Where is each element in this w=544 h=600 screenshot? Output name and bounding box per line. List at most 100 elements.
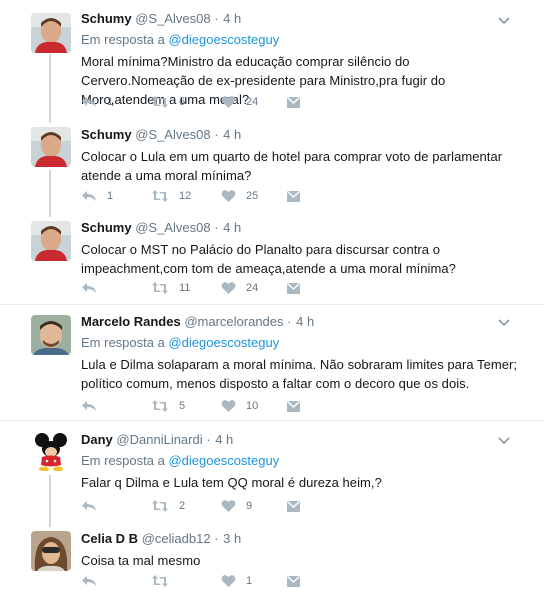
timestamp[interactable]: 4 h bbox=[223, 127, 241, 142]
reply-icon bbox=[82, 191, 96, 201]
display-name[interactable]: Celia D B bbox=[81, 531, 138, 546]
direct-message-icon bbox=[287, 400, 300, 412]
username[interactable]: @DanniLinardi bbox=[116, 432, 202, 447]
display-name[interactable]: Schumy bbox=[81, 220, 132, 235]
like-count: 1 bbox=[246, 575, 253, 587]
display-name[interactable]: Schumy bbox=[81, 127, 132, 142]
direct-message-icon bbox=[287, 500, 300, 512]
retweet-icon bbox=[152, 282, 168, 294]
reply-button[interactable] bbox=[81, 398, 107, 414]
retweet-button[interactable]: 6 bbox=[151, 94, 185, 110]
retweet-icon bbox=[152, 190, 168, 202]
display-name[interactable]: Schumy bbox=[81, 11, 132, 26]
tweet[interactable]: Schumy @S_Alves08 · 4 h Colocar o Lula e… bbox=[0, 120, 544, 216]
separator: · bbox=[287, 314, 292, 329]
direct-message-button[interactable] bbox=[286, 498, 301, 514]
direct-message-icon bbox=[287, 96, 300, 108]
retweet-count: 5 bbox=[179, 400, 186, 412]
timestamp[interactable]: 4 h bbox=[223, 220, 241, 235]
retweet-count: 6 bbox=[179, 96, 186, 108]
like-button[interactable]: 10 bbox=[221, 398, 258, 414]
reply-icon bbox=[82, 501, 96, 511]
direct-message-button[interactable] bbox=[286, 280, 301, 296]
like-icon bbox=[221, 400, 236, 412]
timestamp[interactable]: 3 h bbox=[223, 531, 241, 546]
separator: · bbox=[214, 220, 219, 235]
mention-link[interactable]: @diegoescosteguy bbox=[168, 335, 279, 350]
retweet-button[interactable]: 2 bbox=[151, 498, 185, 514]
retweet-button[interactable]: 11 bbox=[151, 280, 190, 296]
reply-button[interactable] bbox=[81, 280, 107, 296]
tweet[interactable]: Dany @DanniLinardi · 4 h Em resposta a @… bbox=[0, 421, 544, 525]
tweet[interactable]: Marcelo Randes @marcelorandes · 4 h Em r… bbox=[0, 305, 544, 420]
mention-link[interactable]: @diegoescosteguy bbox=[168, 453, 279, 468]
retweet-icon bbox=[152, 96, 168, 108]
tweet-actions: 11 24 bbox=[81, 280, 361, 296]
retweet-button[interactable]: 12 bbox=[151, 188, 191, 204]
tweet-text: Colocar o MST no Palácio do Planalto par… bbox=[81, 242, 456, 276]
reply-button[interactable] bbox=[81, 573, 107, 589]
timestamp[interactable]: 4 h bbox=[296, 314, 314, 329]
tweet[interactable]: Schumy @S_Alves08 · 4 h Em resposta a @d… bbox=[0, 0, 544, 120]
direct-message-button[interactable] bbox=[286, 398, 301, 414]
direct-message-button[interactable] bbox=[286, 188, 301, 204]
like-icon bbox=[221, 282, 236, 294]
username[interactable]: @marcelorandes bbox=[184, 314, 283, 329]
tweet[interactable]: Celia D B @celiadb12 · 3 h Coisa ta mal … bbox=[0, 525, 544, 600]
like-button[interactable]: 9 bbox=[221, 498, 252, 514]
tweet-header: Celia D B @celiadb12 · 3 h bbox=[81, 530, 524, 548]
chevron-down-icon[interactable] bbox=[497, 315, 511, 329]
reply-count: 1 bbox=[107, 190, 114, 202]
separator: · bbox=[214, 11, 219, 26]
tweet-actions: 1 bbox=[81, 573, 361, 589]
reply-prefix: Em resposta a bbox=[81, 453, 165, 468]
tweet[interactable]: Schumy @S_Alves08 · 4 h Colocar o MST no… bbox=[0, 216, 544, 304]
mention-link[interactable]: @diegoescosteguy bbox=[168, 32, 279, 47]
avatar[interactable] bbox=[31, 221, 71, 261]
avatar[interactable] bbox=[31, 13, 71, 53]
chevron-down-icon[interactable] bbox=[497, 433, 511, 447]
like-button[interactable]: 24 bbox=[221, 94, 258, 110]
username[interactable]: @celiadb12 bbox=[142, 531, 211, 546]
username[interactable]: @S_Alves08 bbox=[135, 220, 210, 235]
display-name[interactable]: Dany bbox=[81, 432, 113, 447]
like-count: 24 bbox=[246, 96, 259, 108]
tweet-header: Marcelo Randes @marcelorandes · 4 h bbox=[81, 313, 524, 331]
reply-count: 1 bbox=[107, 96, 114, 108]
reply-icon bbox=[82, 576, 96, 586]
reply-icon bbox=[82, 97, 96, 107]
avatar[interactable] bbox=[31, 531, 71, 571]
avatar[interactable] bbox=[31, 127, 71, 167]
direct-message-button[interactable] bbox=[286, 94, 301, 110]
like-count: 9 bbox=[246, 500, 253, 512]
retweet-button[interactable] bbox=[151, 573, 179, 589]
like-icon bbox=[221, 190, 236, 202]
timestamp[interactable]: 4 h bbox=[223, 11, 241, 26]
display-name[interactable]: Marcelo Randes bbox=[81, 314, 181, 329]
like-button[interactable]: 1 bbox=[221, 573, 252, 589]
retweet-count: 2 bbox=[179, 500, 186, 512]
username[interactable]: @S_Alves08 bbox=[135, 127, 210, 142]
like-count: 24 bbox=[246, 282, 259, 294]
avatar[interactable] bbox=[31, 431, 71, 471]
like-button[interactable]: 24 bbox=[221, 280, 258, 296]
avatar[interactable] bbox=[31, 315, 71, 355]
reply-button[interactable]: 1 bbox=[81, 188, 113, 204]
separator: · bbox=[214, 127, 219, 142]
direct-message-button[interactable] bbox=[286, 573, 301, 589]
timestamp[interactable]: 4 h bbox=[215, 432, 233, 447]
like-button[interactable]: 25 bbox=[221, 188, 258, 204]
reply-context: Em resposta a @diegoescosteguy bbox=[81, 452, 524, 470]
reply-icon bbox=[82, 401, 96, 411]
retweet-icon bbox=[152, 575, 168, 587]
reply-prefix: Em resposta a bbox=[81, 335, 165, 350]
like-icon bbox=[221, 96, 236, 108]
reply-button[interactable] bbox=[81, 498, 107, 514]
chevron-down-icon[interactable] bbox=[497, 13, 511, 27]
tweet-header: Dany @DanniLinardi · 4 h bbox=[81, 431, 524, 449]
reply-button[interactable]: 1 bbox=[81, 94, 113, 110]
tweet-text: Coisa ta mal mesmo bbox=[81, 553, 201, 568]
retweet-button[interactable]: 5 bbox=[151, 398, 185, 414]
retweet-icon bbox=[152, 400, 168, 412]
username[interactable]: @S_Alves08 bbox=[135, 11, 210, 26]
